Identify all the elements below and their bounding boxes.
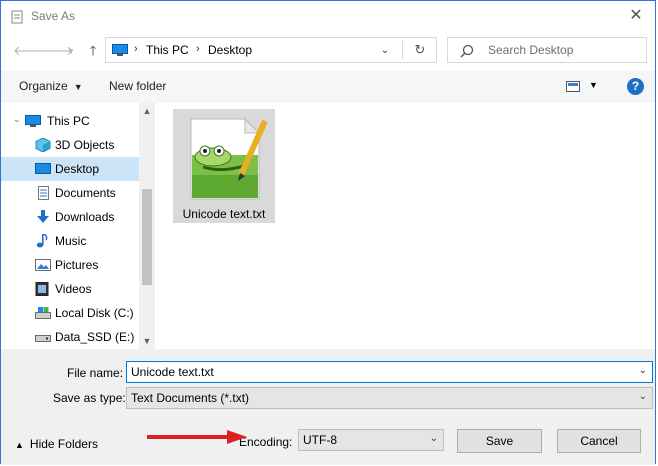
save-type-value: Text Documents (*.txt): [131, 391, 250, 405]
chevron-up-icon: ▲: [15, 440, 24, 450]
save-type-label: Save as type:: [53, 391, 126, 405]
notepad-app-icon: [11, 10, 23, 24]
music-note-icon: [36, 234, 48, 248]
sidebar-item-documents[interactable]: Documents: [1, 181, 139, 205]
desktop-icon: [35, 163, 51, 174]
breadcrumb-desktop[interactable]: Desktop: [208, 43, 252, 57]
view-options-icon[interactable]: [566, 81, 580, 92]
hide-folders-button[interactable]: ▲ Hide Folders: [15, 437, 98, 451]
search-input[interactable]: Search Desktop: [447, 37, 647, 63]
sidebar-item-label: Downloads: [55, 210, 115, 224]
address-divider: [402, 41, 403, 59]
sidebar-item-videos[interactable]: Videos: [1, 277, 139, 301]
sidebar-item-pictures[interactable]: Pictures: [1, 253, 139, 277]
back-arrow-icon[interactable]: 🡐: [13, 43, 48, 59]
cancel-button[interactable]: Cancel: [557, 429, 641, 453]
address-bar[interactable]: › This PC › Desktop ⌄ ↻: [105, 37, 437, 63]
expand-chevron-icon[interactable]: ⌄: [13, 114, 21, 125]
file-name-label: Unicode text.txt: [182, 207, 266, 221]
organize-label: Organize: [19, 79, 68, 93]
breadcrumb-separator-icon: ›: [134, 43, 138, 55]
navigation-pane: ⌄ This PC 3D Objects Desktop Documents D…: [1, 103, 155, 349]
search-placeholder: Search Desktop: [488, 43, 574, 57]
chevron-down-icon[interactable]: ⌄: [639, 365, 647, 376]
pc-icon: [25, 115, 41, 127]
sidebar-item-label: This PC: [47, 114, 90, 128]
sidebar-item-label: Desktop: [55, 162, 100, 176]
window-title: Save As: [31, 9, 76, 23]
file-name-field[interactable]: Unicode text.txt ⌄: [126, 361, 653, 383]
documents-icon: [38, 186, 49, 200]
help-icon[interactable]: ?: [627, 78, 644, 95]
encoding-select[interactable]: UTF-8 ⌄: [298, 429, 444, 451]
sidebar-item-label: Pictures: [55, 258, 99, 272]
sidebar-item-label: Music: [55, 234, 87, 248]
forward-arrow-icon[interactable]: 🡒: [39, 43, 74, 59]
sidebar-item-music[interactable]: Music: [1, 229, 139, 253]
sidebar-item-label: Data_SSD (E:): [55, 330, 135, 344]
hide-folders-label: Hide Folders: [29, 437, 98, 451]
navigation-bar: 🡐 🡒 ▾ 🡑 › This PC › Desktop ⌄ ↻ Search D…: [1, 31, 655, 71]
sidebar-item-downloads[interactable]: Downloads: [1, 205, 139, 229]
up-arrow-icon[interactable]: 🡑: [85, 43, 101, 59]
navigation-scrollbar[interactable]: ▲ ▼: [139, 103, 155, 349]
scroll-up-icon[interactable]: ▲: [139, 103, 155, 119]
sidebar-item-local-disk-c[interactable]: Local Disk (C:): [1, 301, 139, 325]
annotation-arrow-icon: [147, 430, 247, 444]
command-bar: Organize ▼ New folder ▼ ?: [1, 71, 655, 103]
organize-button[interactable]: Organize ▼: [19, 79, 83, 93]
breadcrumb-this-pc[interactable]: This PC: [146, 43, 189, 57]
sidebar-item-data-ssd-e[interactable]: Data_SSD (E:): [1, 325, 139, 349]
new-folder-button[interactable]: New folder: [109, 79, 166, 93]
save-type-select[interactable]: Text Documents (*.txt) ⌄: [126, 387, 653, 409]
search-icon: [460, 44, 474, 58]
sidebar-item-3d-objects[interactable]: 3D Objects: [1, 133, 139, 157]
file-item[interactable]: Unicode text.txt: [173, 109, 275, 223]
drive-icon: [35, 335, 51, 342]
chevron-down-icon[interactable]: ⌄: [376, 42, 394, 60]
sidebar-item-desktop[interactable]: Desktop: [1, 157, 139, 181]
save-as-dialog: Save As ✕ 🡐 🡒 ▾ 🡑 › This PC › Desktop ⌄ …: [0, 0, 656, 465]
file-name-value: Unicode text.txt: [131, 365, 214, 379]
chevron-down-icon: ⌄: [638, 391, 647, 402]
encoding-value: UTF-8: [303, 433, 337, 447]
sidebar-item-label: Local Disk (C:): [55, 306, 134, 320]
sidebar-item-label: 3D Objects: [55, 138, 115, 152]
sidebar-item-this-pc[interactable]: ⌄ This PC: [1, 109, 139, 133]
pictures-icon: [35, 259, 51, 271]
videos-icon: [35, 282, 49, 296]
recent-locations-chevron-icon[interactable]: ▾: [63, 43, 79, 59]
cube-icon: [35, 138, 51, 152]
title-bar[interactable]: Save As ✕: [1, 1, 655, 31]
sidebar-item-label: Videos: [55, 282, 92, 296]
chevron-down-icon: ▼: [73, 82, 83, 92]
file-name-label: File name:: [67, 366, 124, 380]
pc-icon: [112, 44, 128, 56]
breadcrumb-separator-icon: ›: [196, 43, 200, 55]
close-button[interactable]: ✕: [625, 5, 647, 27]
chevron-down-icon: ⌄: [429, 433, 438, 444]
disk-icon: [35, 307, 51, 319]
scrollbar-thumb[interactable]: [142, 189, 152, 285]
notepadpp-file-icon: [190, 117, 267, 200]
scroll-down-icon[interactable]: ▼: [139, 333, 155, 349]
sidebar-item-label: Documents: [55, 186, 116, 200]
refresh-icon[interactable]: ↻: [410, 41, 430, 59]
view-dropdown-icon[interactable]: ▼: [589, 80, 598, 90]
download-arrow-icon: [37, 210, 49, 223]
close-icon: ✕: [629, 7, 643, 24]
encoding-label: Encoding:: [239, 435, 293, 449]
save-button[interactable]: Save: [457, 429, 542, 453]
save-form: File name: Unicode text.txt ⌄ Save as ty…: [1, 349, 655, 465]
file-list: Unicode text.txt: [155, 103, 655, 349]
